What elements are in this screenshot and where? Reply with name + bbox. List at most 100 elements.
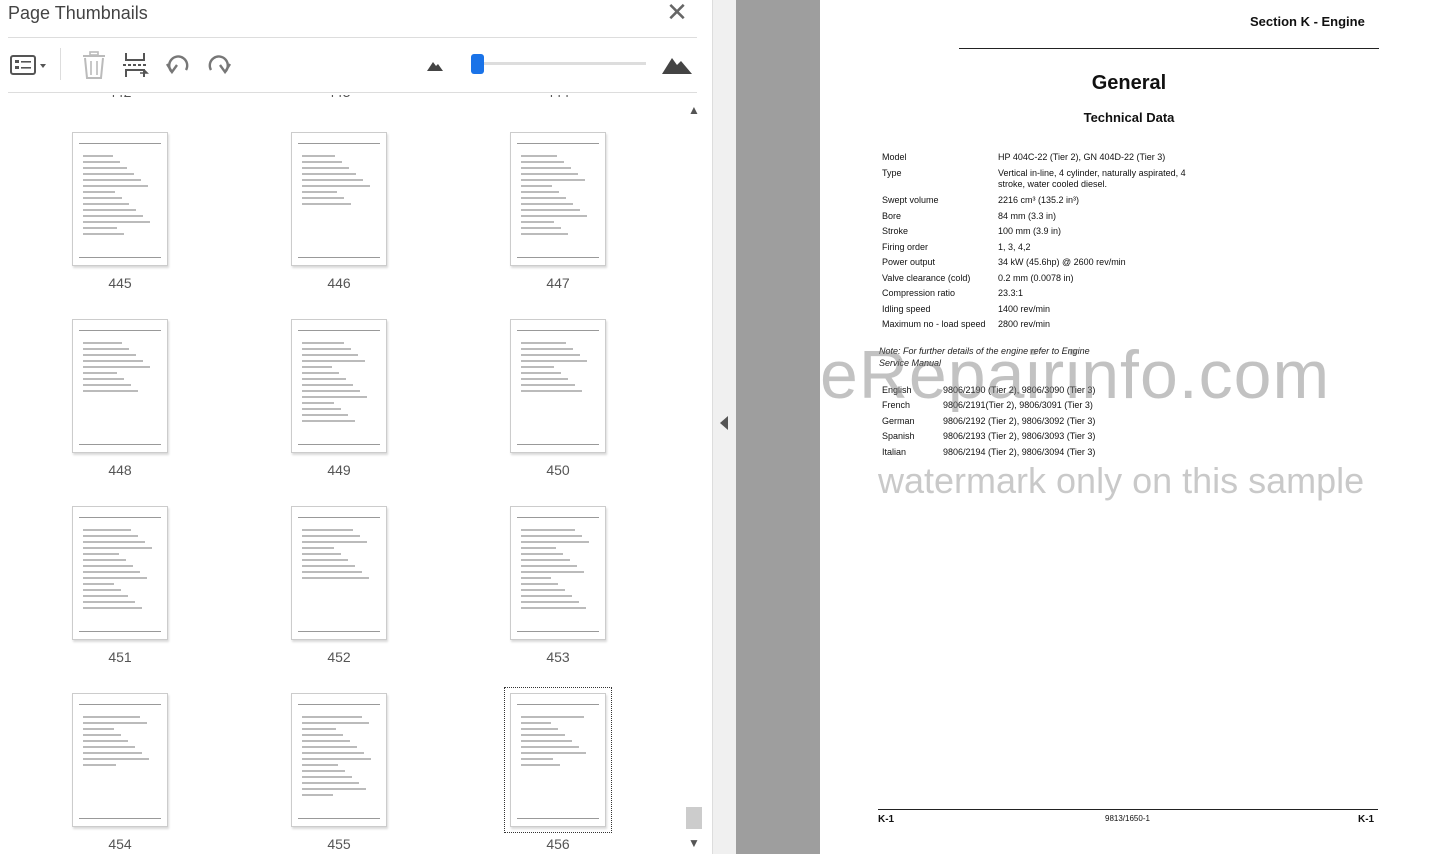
thumbnail-page[interactable] bbox=[72, 693, 168, 827]
thumbnails-toolbar bbox=[0, 40, 712, 90]
pdf-viewer: Page Thumbnails ✕ 445 446 447 448 449 45… bbox=[0, 0, 1430, 854]
document-page: Section K - Engine General Technical Dat… bbox=[820, 0, 1430, 854]
rotate-left-icon bbox=[165, 55, 189, 75]
spec-row: Type Vertical in-line, 4 cylinder, natura… bbox=[882, 168, 1202, 192]
spec-label: Model bbox=[882, 152, 907, 162]
language-label: German bbox=[882, 416, 915, 426]
divider bbox=[8, 92, 697, 93]
list-options-icon bbox=[10, 55, 46, 75]
page-subtitle: Technical Data bbox=[1083, 110, 1175, 125]
thumbnail-page[interactable] bbox=[510, 132, 606, 266]
footer-doc-number: 9813/1650-1 bbox=[1105, 814, 1150, 823]
rotate-right-icon bbox=[208, 55, 232, 75]
thumbnail-page-number: 446 bbox=[327, 275, 351, 291]
thumbnail-page[interactable] bbox=[72, 506, 168, 640]
thumbnail-page-number: 455 bbox=[327, 836, 351, 852]
thumbnail-page-number: 453 bbox=[546, 649, 570, 665]
thumbnail-page[interactable] bbox=[291, 132, 387, 266]
thumbnail-page-number: 449 bbox=[327, 462, 351, 478]
watermark-subtext: watermark only on this sample bbox=[878, 460, 1365, 501]
thumbnail-page-number: 456 bbox=[546, 836, 570, 852]
spec-label: Idling speed bbox=[882, 304, 931, 314]
spec-value: 1, 3, 4,2 bbox=[998, 242, 1031, 252]
watermark-text: eRepairinfo.com bbox=[820, 337, 1331, 413]
spec-label: Firing order bbox=[882, 242, 929, 252]
thumbnail-page-number: 448 bbox=[108, 462, 132, 478]
zoom-out-button[interactable] bbox=[424, 48, 446, 82]
thumbnail-page-number: 444 bbox=[546, 95, 569, 100]
thumbnail-page[interactable] bbox=[291, 506, 387, 640]
language-manual-numbers: 9806/2192 (Tier 2), 9806/3092 (Tier 3) bbox=[943, 416, 1096, 426]
rotate-right-button[interactable] bbox=[203, 48, 235, 82]
extract-pages-button[interactable] bbox=[118, 48, 152, 82]
spec-value: 1400 rev/min bbox=[998, 304, 1051, 314]
zoom-in-button[interactable] bbox=[660, 48, 694, 82]
page-thumbnails-panel: Page Thumbnails ✕ 445 446 447 448 449 45… bbox=[0, 0, 712, 854]
trash-icon bbox=[83, 51, 105, 79]
toolbar-divider bbox=[60, 48, 61, 80]
footer-rule bbox=[878, 809, 1378, 810]
footer-page-right: K-1 bbox=[1358, 814, 1375, 825]
language-manual-numbers: 9806/2194 (Tier 2), 9806/3094 (Tier 3) bbox=[943, 447, 1096, 457]
spec-label: Type bbox=[882, 168, 902, 178]
thumbnail-page-number: 451 bbox=[108, 649, 132, 665]
thumbnail-page[interactable] bbox=[72, 132, 168, 266]
thumbnail-page-number: 445 bbox=[108, 275, 132, 291]
thumbnail-page[interactable] bbox=[72, 319, 168, 453]
close-panel-button[interactable]: ✕ bbox=[664, 0, 690, 26]
scroll-down-arrow[interactable]: ▼ bbox=[684, 836, 704, 852]
spec-value: 100 mm (3.9 in) bbox=[998, 226, 1062, 236]
thumbnail-page[interactable] bbox=[510, 319, 606, 453]
spec-label: Maximum no - load speed bbox=[882, 319, 986, 329]
thumbnail-page[interactable] bbox=[510, 693, 606, 827]
spec-label: Stroke bbox=[882, 226, 909, 236]
scroll-thumb[interactable] bbox=[686, 807, 702, 829]
thumbnail-grid: 442 443 444 445 446 447 448 449 450 451 452 453 454 4… bbox=[0, 95, 684, 854]
spec-label: Bore bbox=[882, 211, 902, 221]
spec-value: HP 404C-22 (Tier 2), GN 404D-22 (Tier 3) bbox=[998, 152, 1166, 162]
spec-label: Power output bbox=[882, 257, 936, 267]
spec-value: 2216 cm³ (135.2 in³) bbox=[998, 195, 1080, 205]
thumbnail-page[interactable] bbox=[291, 693, 387, 827]
document-view[interactable]: Section K - Engine General Technical Dat… bbox=[736, 0, 1430, 854]
large-mountain-icon bbox=[662, 58, 692, 74]
extract-pages-icon bbox=[123, 53, 149, 77]
panel-splitter[interactable] bbox=[712, 0, 736, 854]
spec-value: 23.3:1 bbox=[998, 288, 1024, 298]
thumbnail-page-number: 452 bbox=[327, 649, 351, 665]
rotate-left-button[interactable] bbox=[162, 48, 194, 82]
spec-value: 34 kW (45.6hp) @ 2600 rev/min bbox=[998, 257, 1126, 267]
thumbnail-page[interactable] bbox=[510, 506, 606, 640]
small-mountain-icon bbox=[427, 62, 443, 71]
language-label: Spanish bbox=[882, 431, 915, 441]
language-row: Italian 9806/2194 (Tier 2), 9806/3094 (Ti… bbox=[882, 447, 1162, 459]
language-manual-numbers: 9806/2193 (Tier 2), 9806/3093 (Tier 3) bbox=[943, 431, 1096, 441]
panel-title: Page Thumbnails bbox=[8, 3, 148, 23]
options-menu-button[interactable] bbox=[6, 48, 50, 82]
thumbnails-scrollbar[interactable]: ▲ ▼ bbox=[684, 95, 704, 854]
delete-pages-button[interactable] bbox=[78, 48, 110, 82]
thumbnail-page-number: 442 bbox=[108, 95, 131, 100]
header-rule bbox=[959, 48, 1379, 49]
thumbnail-page-number: 443 bbox=[327, 95, 350, 100]
footer-page-left: K-1 bbox=[878, 814, 895, 825]
spec-label: Valve clearance (cold) bbox=[882, 273, 971, 283]
thumbnail-page[interactable] bbox=[291, 319, 387, 453]
divider bbox=[8, 37, 697, 38]
thumbnail-page-number: 450 bbox=[546, 462, 570, 478]
language-row: Spanish 9806/2193 (Tier 2), 9806/3093 (Ti… bbox=[882, 431, 1162, 443]
thumbnail-page-number: 447 bbox=[546, 275, 570, 291]
thumbnail-size-slider-handle[interactable] bbox=[471, 54, 484, 74]
spec-value: Vertical in-line, 4 cylinder, naturally … bbox=[998, 168, 1186, 189]
thumbnail-size-slider-track[interactable] bbox=[478, 62, 646, 65]
section-header: Section K - Engine bbox=[1250, 14, 1365, 29]
collapse-panel-arrow-icon[interactable] bbox=[720, 416, 728, 430]
spec-value: 0.2 mm (0.0078 in) bbox=[998, 273, 1074, 283]
spec-label: Compression ratio bbox=[882, 288, 956, 298]
language-label: Italian bbox=[882, 447, 907, 457]
spec-label: Swept volume bbox=[882, 195, 939, 205]
language-row: German 9806/2192 (Tier 2), 9806/3092 (Tie… bbox=[882, 416, 1162, 428]
spec-value: 2800 rev/min bbox=[998, 319, 1051, 329]
thumbnail-page-number: 454 bbox=[108, 836, 132, 852]
scroll-up-arrow[interactable]: ▲ bbox=[684, 103, 704, 119]
